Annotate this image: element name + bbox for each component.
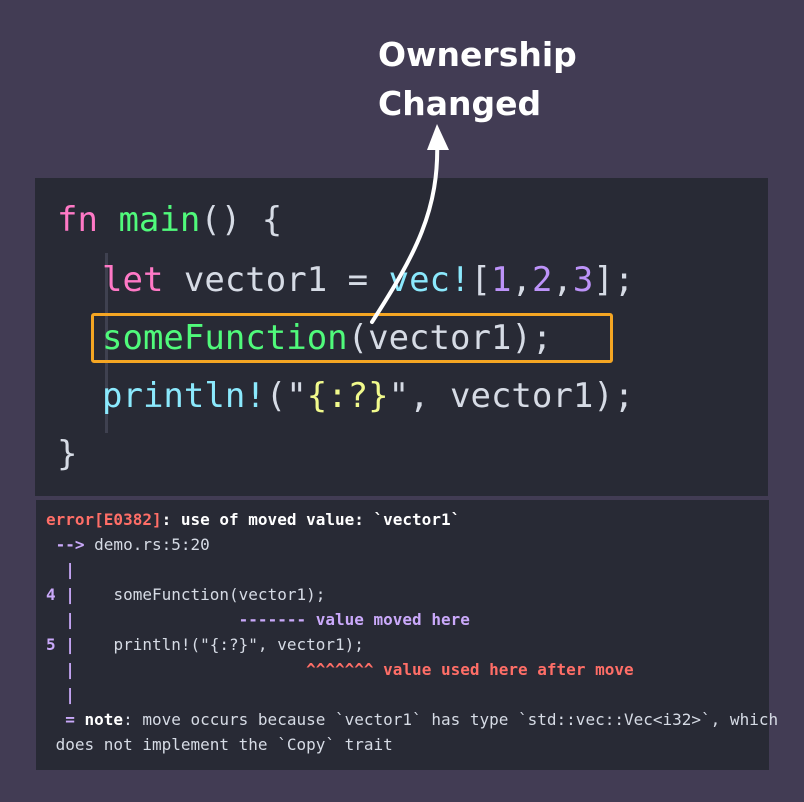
gutter-bar: | (46, 685, 75, 704)
moved-marker-line: | ------- value moved here (46, 609, 470, 631)
compiler-error-panel: error[E0382]: use of moved value: `vecto… (36, 500, 778, 770)
note-line-1: = note: move occurs because `vector1` ha… (46, 709, 778, 731)
error-source-line-4: 4 | someFunction(vector1); (46, 584, 325, 606)
note-text: does not implement the `Copy` trait (46, 735, 393, 754)
line-number: 4 | (46, 585, 75, 604)
error-message: : use of moved value: `vector1` (161, 510, 461, 529)
error-location: --> demo.rs:5:20 (46, 534, 210, 556)
gutter-bar: | (46, 610, 75, 629)
note-text: : move occurs because `vector1` has type… (123, 710, 779, 729)
error-code: error[E0382] (46, 510, 162, 529)
location-arrow-icon: --> (46, 535, 85, 554)
location-text: demo.rs:5:20 (84, 535, 210, 554)
error-header: error[E0382]: use of moved value: `vecto… (46, 509, 460, 531)
note-equals: = (46, 710, 85, 729)
source-code: someFunction(vector1); (74, 585, 326, 604)
source-code: println!("{:?}", vector1); (74, 635, 364, 654)
used-marker: ^^^^^^^ value used here after move (74, 660, 634, 679)
line-number: 5 | (46, 635, 75, 654)
gutter-line: | (46, 684, 75, 706)
gutter-bar: | (46, 560, 75, 579)
error-source-line-5: 5 | println!("{:?}", vector1); (46, 634, 364, 656)
moved-marker: ------- value moved here (74, 610, 470, 629)
note-label: note (84, 710, 124, 729)
used-marker-line: | ^^^^^^^ value used here after move (46, 659, 634, 681)
gutter-bar: | (46, 660, 75, 679)
gutter-line: | (46, 559, 75, 581)
note-line-2: does not implement the `Copy` trait (46, 734, 393, 756)
